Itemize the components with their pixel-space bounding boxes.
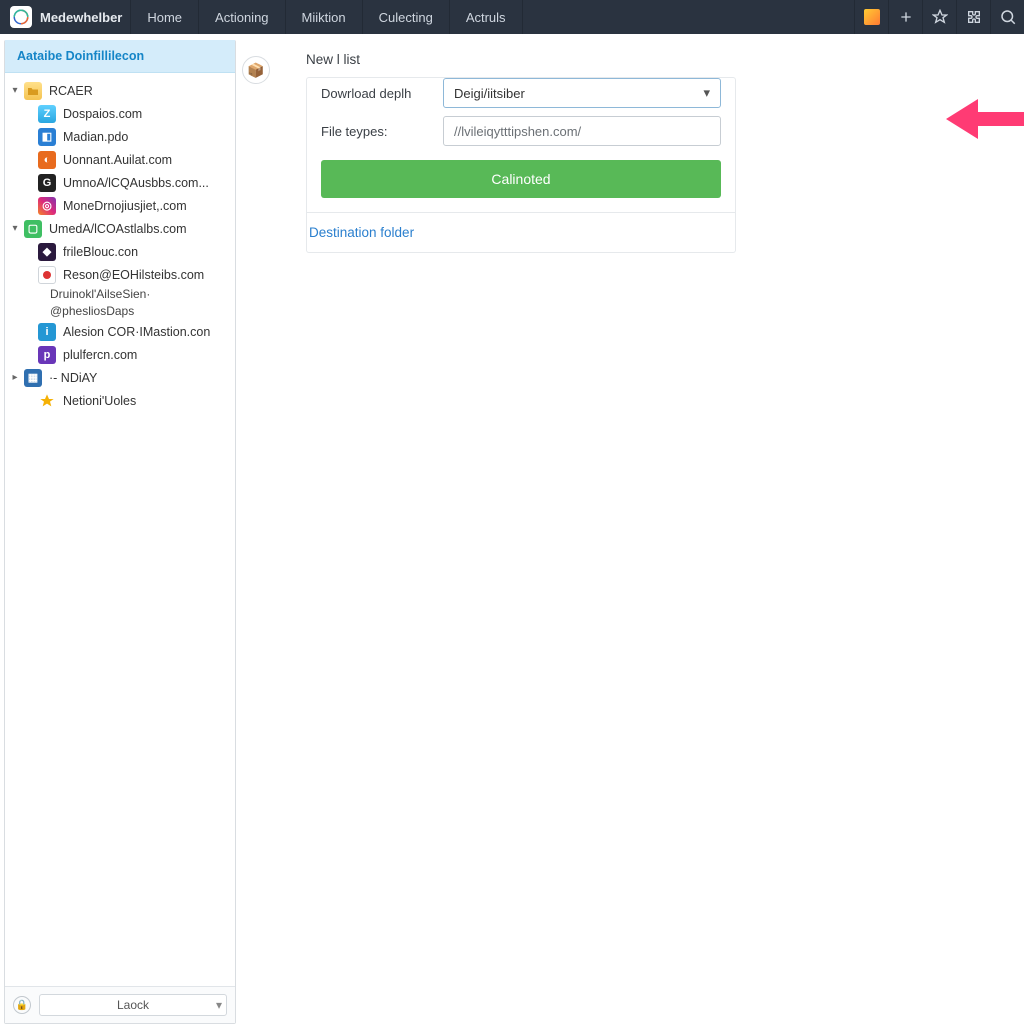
tree-item-label: plulfercn.com [63, 348, 137, 362]
tree-item[interactable]: ▸▦ ·- NDiAY [5, 366, 235, 389]
depth-label: Dowrload deplh [321, 86, 443, 101]
app-logo-icon [10, 6, 32, 28]
tree-item-label: Netioni'Uoles [63, 394, 136, 408]
tree-item-label: Madian.pdo [63, 130, 128, 144]
site-icon: i [38, 323, 56, 341]
site-icon: G [38, 174, 56, 192]
site-icon: ▦ [24, 369, 42, 387]
site-icon: ◧ [38, 128, 56, 146]
nav-home[interactable]: Home [131, 0, 199, 34]
chevron-down-icon: ▾ [216, 998, 222, 1012]
file-types-input[interactable] [454, 124, 710, 139]
top-nav: Medewhelber Home Actioning Miiktion Cule… [0, 0, 1024, 34]
search-icon[interactable] [990, 0, 1024, 34]
site-icon: p [38, 346, 56, 364]
chevron-down-icon: ▾ [703, 85, 710, 101]
tree-item[interactable]: i Alesion COR·IMastion.con [5, 320, 235, 343]
tree-item-sub: Druinokl'AilseSien· [5, 286, 235, 303]
nav-actioning[interactable]: Actioning [199, 0, 285, 34]
download-depth-select[interactable]: Deigi/iitsiber ▾ [443, 78, 721, 108]
folder-icon [24, 82, 42, 100]
tree-item-sub: @phesliosDaps [5, 303, 235, 320]
tree-item[interactable]: G UmnoA/lCQAusbbs.com... [5, 171, 235, 194]
sidebar: Aataibe Doinfillilecon ▾ RCAER Z Dospaios… [4, 40, 236, 1024]
task-badge-icon: 📦 [242, 56, 270, 84]
tree-item[interactable]: Z Dospaios.com [5, 102, 235, 125]
tree-item-label: Dospaios.com [63, 107, 142, 121]
tree-item-label: UmnoA/lCQAusbbs.com... [63, 176, 209, 190]
file-types-input-wrap [443, 116, 721, 146]
star-icon[interactable] [922, 0, 956, 34]
submit-button[interactable]: Calinoted [321, 160, 721, 198]
status-dropdown[interactable]: Laock ▾ [39, 994, 227, 1016]
site-icon: ◆ [38, 243, 56, 261]
lock-icon[interactable]: 🔒 [13, 996, 31, 1014]
chevron-down-icon[interactable]: ▾ [9, 223, 21, 234]
puzzle-icon[interactable] [956, 0, 990, 34]
chevron-down-icon[interactable]: ▾ [9, 85, 21, 96]
tree-item-label: frileBlouc.con [63, 245, 138, 259]
apps-icon[interactable] [854, 0, 888, 34]
star-icon [38, 392, 56, 410]
site-tree: ▾ RCAER Z Dospaios.com ◧ Madian.pdo ◐ Uonna… [5, 73, 235, 986]
site-icon: Z [38, 105, 56, 123]
tree-item[interactable]: ◆ frileBlouc.con [5, 240, 235, 263]
tree-root[interactable]: ▾ RCAER [5, 79, 235, 102]
new-list-form: New l list Dowrload deplh Deigi/iitsiber… [306, 52, 736, 253]
tree-item-label: Reson@EOHilsteibs.com [63, 268, 204, 282]
account-chip[interactable]: Aataibe Doinfillilecon [5, 40, 235, 73]
status-dropdown-label: Laock [117, 998, 149, 1012]
app-brand[interactable]: Medewhelber [0, 0, 131, 34]
tree-subroot-label: UmedA/lCOAstlalbs.com [49, 222, 187, 236]
tree-item-label: ·- NDiAY [49, 371, 97, 385]
nav-culecting[interactable]: Culecting [363, 0, 450, 34]
tree-item[interactable]: Netioni'Uoles [5, 389, 235, 412]
chevron-right-icon[interactable]: ▸ [9, 372, 21, 383]
nav-actruls[interactable]: Actruls [450, 0, 523, 34]
filetypes-label: File teypes: [321, 124, 443, 139]
app-name: Medewhelber [40, 10, 122, 25]
site-icon: ◐ [38, 151, 56, 169]
plus-icon[interactable] [888, 0, 922, 34]
tree-item[interactable]: p plulfercn.com [5, 343, 235, 366]
tree-item[interactable]: Reson@EOHilsteibs.com Druinokl'AilseSien… [5, 263, 235, 320]
callout-arrow-icon [946, 104, 1024, 134]
tree-item[interactable]: ◎ MoneDrnojiusjiet,.com [5, 194, 235, 217]
tree-item[interactable]: ◧ Madian.pdo [5, 125, 235, 148]
tree-subroot[interactable]: ▾ ▢ UmedA/lCOAstlalbs.com [5, 217, 235, 240]
destination-folder-link[interactable]: Destination folder [307, 225, 414, 240]
download-depth-value: Deigi/iitsiber [454, 86, 525, 101]
nav-miiktion[interactable]: Miiktion [286, 0, 363, 34]
tree-item-label: Uonnant.Auilat.com [63, 153, 172, 167]
form-title: New l list [306, 52, 736, 67]
site-icon: ▢ [24, 220, 42, 238]
tree-item[interactable]: ◐ Uonnant.Auilat.com [5, 148, 235, 171]
tree-root-label: RCAER [49, 84, 93, 98]
site-icon [38, 266, 56, 284]
tree-item-label: Alesion COR·IMastion.con [63, 325, 210, 339]
tree-item-label: MoneDrnojiusjiet,.com [63, 199, 187, 213]
site-icon: ◎ [38, 197, 56, 215]
sidebar-footer: 🔒 Laock ▾ [5, 986, 235, 1023]
main-panel: 📦 New l list Dowrload deplh Deigi/iitsib… [236, 34, 1024, 1024]
